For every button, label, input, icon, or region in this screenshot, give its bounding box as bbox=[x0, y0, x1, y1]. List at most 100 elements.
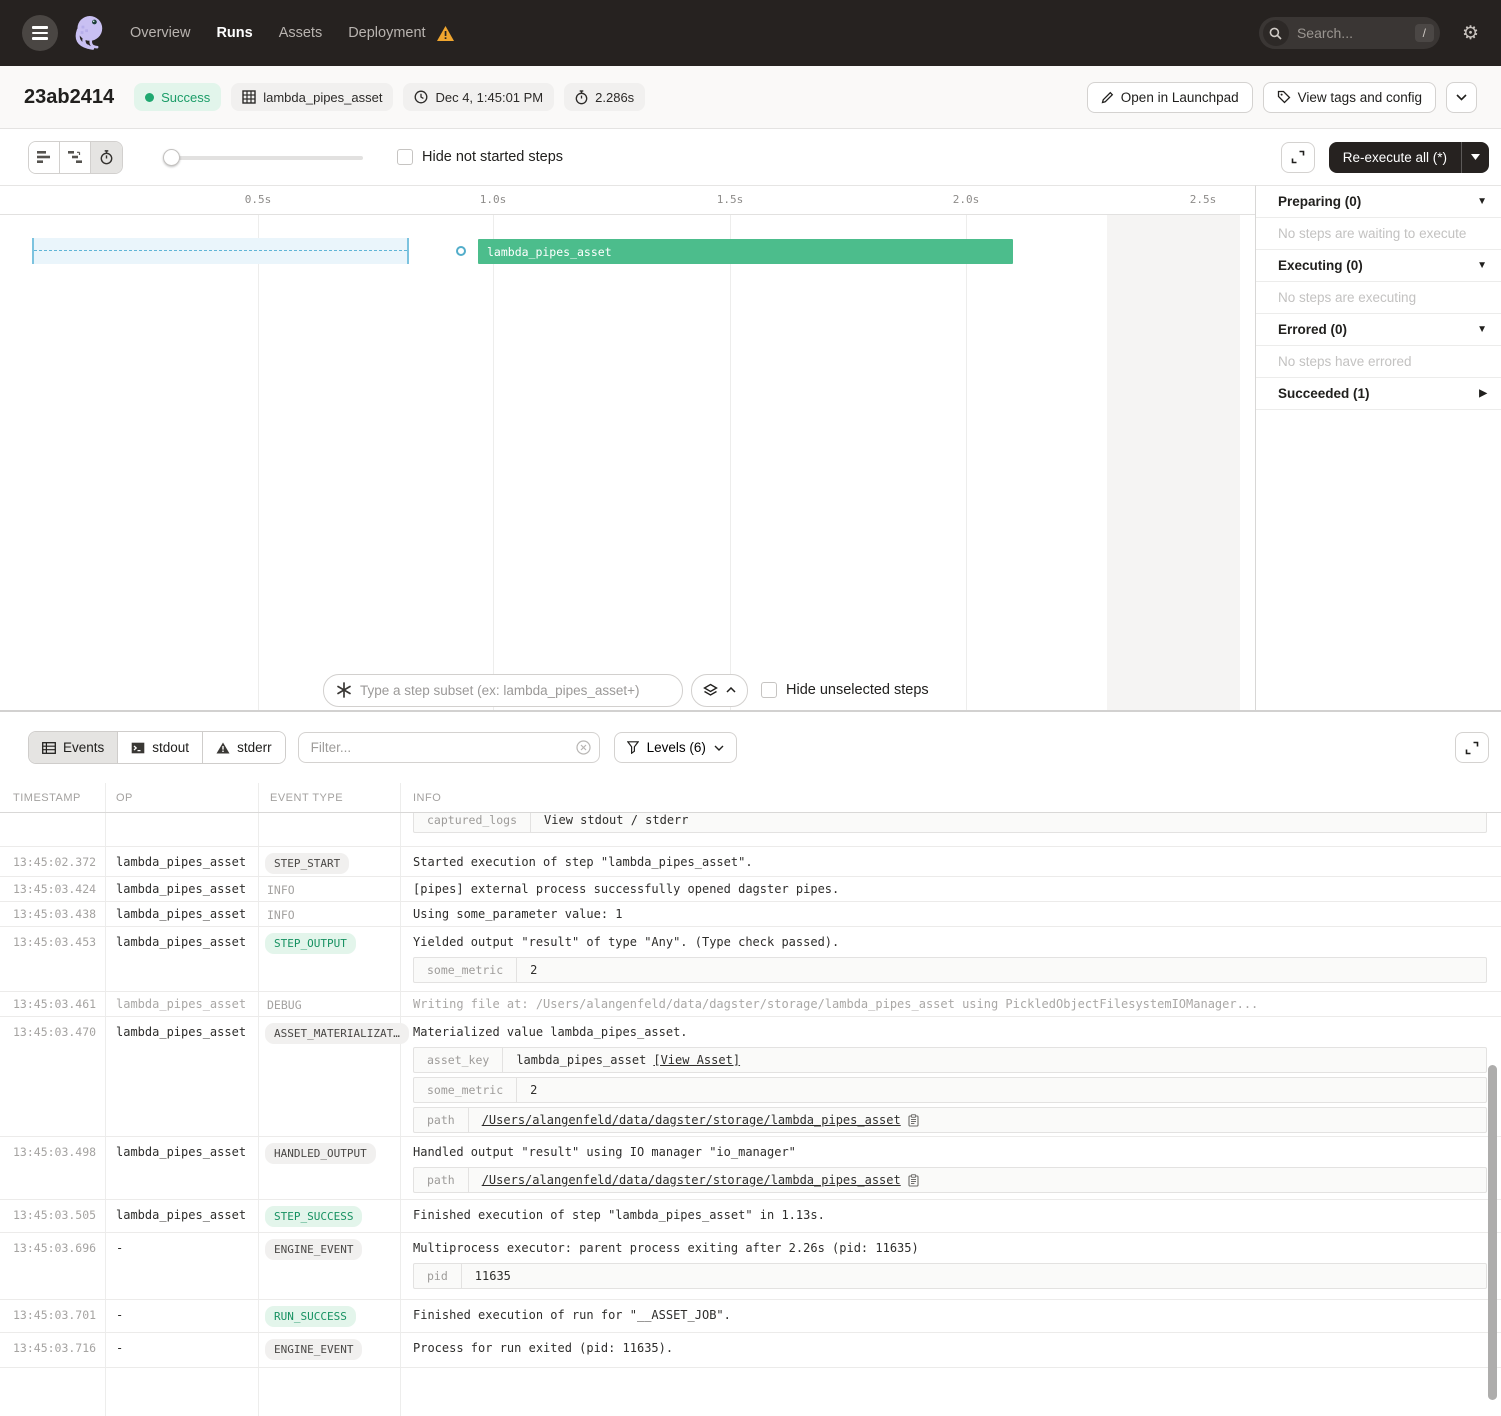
caret-down-icon: ▼ bbox=[1477, 260, 1487, 271]
nav-assets[interactable]: Assets bbox=[279, 25, 323, 41]
log-timestamp: 13:45:03.424 bbox=[0, 877, 105, 901]
panel-section-succeeded[interactable]: Succeeded (1) ▶ bbox=[1256, 378, 1501, 410]
log-row[interactable]: 13:45:03.438 lambda_pipes_asset INFO Usi… bbox=[0, 902, 1501, 927]
tab-events[interactable]: Events bbox=[29, 732, 118, 763]
view-timed-icon[interactable] bbox=[91, 142, 122, 173]
log-info: Finished execution of run for "__ASSET_J… bbox=[400, 1300, 1501, 1332]
storage-path-link[interactable]: /Users/alangenfeld/data/dagster/storage/… bbox=[482, 1173, 901, 1187]
gantt-view-mode-group bbox=[28, 141, 123, 174]
panel-section-preparing[interactable]: Preparing (0) ▼ bbox=[1256, 186, 1501, 218]
gantt-toolbar: Hide not started steps Re-execute all (*… bbox=[0, 129, 1501, 185]
log-row[interactable]: 13:45:03.470 lambda_pipes_asset ASSET_MA… bbox=[0, 1017, 1501, 1137]
storage-path-link[interactable]: /Users/alangenfeld/data/dagster/storage/… bbox=[482, 1113, 901, 1127]
view-stdout-stderr-link[interactable]: View stdout / stderr bbox=[544, 813, 689, 827]
panel-empty-text: No steps have errored bbox=[1256, 346, 1501, 378]
deployment-warning-icon[interactable] bbox=[436, 25, 455, 42]
gantt-zoom-slider[interactable] bbox=[163, 142, 363, 173]
log-row[interactable]: 13:45:03.453 lambda_pipes_asset STEP_OUT… bbox=[0, 927, 1501, 992]
log-scrollbar-thumb[interactable] bbox=[1488, 1065, 1497, 1400]
gridline bbox=[730, 215, 731, 710]
log-row[interactable]: 13:45:03.701 - RUN_SUCCESS Finished exec… bbox=[0, 1300, 1501, 1333]
copy-clipboard-icon[interactable] bbox=[908, 1174, 919, 1187]
tab-stdout[interactable]: stdout bbox=[118, 732, 203, 763]
log-row[interactable]: 13:45:03.505 lambda_pipes_asset STEP_SUC… bbox=[0, 1200, 1501, 1233]
chevron-up-icon bbox=[726, 687, 736, 693]
run-id: 23ab2414 bbox=[24, 86, 114, 109]
view-tags-config-button[interactable]: View tags and config bbox=[1263, 82, 1436, 113]
log-row[interactable]: 13:45:03.424 lambda_pipes_asset INFO [pi… bbox=[0, 877, 1501, 902]
event-type-badge: RUN_SUCCESS bbox=[265, 1306, 356, 1327]
meta-key: captured_logs bbox=[414, 813, 531, 832]
nav-deployment[interactable]: Deployment bbox=[348, 25, 425, 41]
status-dot-icon bbox=[145, 93, 154, 102]
panel-section-executing[interactable]: Executing (0) ▼ bbox=[1256, 250, 1501, 282]
top-nav: Overview Runs Assets Deployment Search..… bbox=[0, 0, 1501, 66]
gantt-step-bar[interactable]: lambda_pipes_asset bbox=[478, 239, 1013, 264]
meta-key: path bbox=[414, 1108, 469, 1132]
chevron-down-icon bbox=[1456, 94, 1467, 101]
caret-down-icon: ▼ bbox=[1477, 324, 1487, 335]
gridline bbox=[493, 215, 494, 710]
log-op: lambda_pipes_asset bbox=[105, 902, 258, 926]
hide-not-started-checkbox[interactable] bbox=[397, 149, 413, 165]
event-type-badge: ASSET_MATERIALIZAT… bbox=[265, 1023, 409, 1044]
log-timestamp: 13:45:03.498 bbox=[0, 1137, 105, 1199]
log-tabs: Events stdout stderr bbox=[28, 731, 286, 764]
dagster-logo-icon[interactable] bbox=[66, 10, 110, 56]
job-tag[interactable]: lambda_pipes_asset bbox=[231, 83, 393, 111]
log-row[interactable]: 13:45:02.372 lambda_pipes_asset STEP_STA… bbox=[0, 847, 1501, 877]
copy-clipboard-icon[interactable] bbox=[908, 1114, 919, 1127]
log-row[interactable]: captured_logs View stdout / stderr bbox=[0, 813, 1501, 847]
log-row[interactable]: 13:45:03.716 - ENGINE_EVENT Process for … bbox=[0, 1333, 1501, 1368]
logs-fullscreen-button[interactable] bbox=[1455, 732, 1489, 763]
run-actions-dropdown-button[interactable] bbox=[1446, 82, 1477, 113]
log-timestamp: 13:45:03.461 bbox=[0, 992, 105, 1016]
hamburger-menu-icon[interactable] bbox=[22, 15, 58, 51]
nav-overview[interactable]: Overview bbox=[130, 25, 190, 41]
log-row[interactable]: 13:45:03.461 lambda_pipes_asset DEBUG Wr… bbox=[0, 992, 1501, 1017]
log-row[interactable]: 13:45:03.696 - ENGINE_EVENT Multiprocess… bbox=[0, 1233, 1501, 1300]
settings-gear-icon[interactable]: ⚙ bbox=[1462, 22, 1479, 45]
meta-key: some_metric bbox=[414, 1078, 517, 1102]
primary-nav: Overview Runs Assets Deployment bbox=[130, 25, 455, 42]
op-selector-icon bbox=[336, 682, 352, 698]
gantt-controls: Hide unselected steps bbox=[0, 673, 929, 707]
levels-filter-button[interactable]: Levels (6) bbox=[614, 732, 737, 763]
run-header: 23ab2414 Success lambda_pipes_asset Dec … bbox=[0, 66, 1501, 129]
open-in-launchpad-button[interactable]: Open in Launchpad bbox=[1087, 82, 1253, 113]
reexecute-dropdown-caret[interactable] bbox=[1461, 142, 1489, 173]
hide-unselected-checkbox[interactable] bbox=[761, 682, 777, 698]
funnel-icon bbox=[627, 741, 639, 754]
gridline bbox=[258, 215, 259, 710]
stderr-warning-icon bbox=[216, 742, 230, 754]
step-start-marker-icon[interactable] bbox=[456, 246, 466, 256]
reexecute-all-button[interactable]: Re-execute all (*) bbox=[1329, 142, 1489, 173]
nav-right: Search... / ⚙ bbox=[1259, 17, 1479, 49]
log-filter-input[interactable] bbox=[298, 732, 600, 763]
view-flat-icon[interactable] bbox=[29, 142, 60, 173]
log-info: Writing file at: /Users/alangenfeld/data… bbox=[400, 992, 1501, 1016]
log-info: Finished execution of step "lambda_pipes… bbox=[400, 1200, 1501, 1232]
log-timestamp: 13:45:03.470 bbox=[0, 1017, 105, 1136]
clear-filter-icon[interactable] bbox=[576, 740, 591, 755]
nav-runs[interactable]: Runs bbox=[216, 25, 252, 41]
view-waterfall-icon[interactable] bbox=[60, 142, 91, 173]
col-info: INFO bbox=[400, 792, 1501, 804]
tab-stderr[interactable]: stderr bbox=[203, 732, 285, 763]
log-row[interactable]: 13:45:03.498 lambda_pipes_asset HANDLED_… bbox=[0, 1137, 1501, 1200]
timeline-axis: 0.5s 1.0s 1.5s 2.0s 2.5s bbox=[0, 186, 1255, 215]
log-info: [pipes] external process successfully op… bbox=[400, 877, 1501, 901]
step-subset-apply-button[interactable] bbox=[691, 674, 748, 707]
slider-knob[interactable] bbox=[163, 149, 180, 166]
global-search-input[interactable]: Search... / bbox=[1259, 17, 1440, 49]
timeline-tick: 1.5s bbox=[706, 193, 754, 206]
gantt-fullscreen-button[interactable] bbox=[1281, 142, 1315, 173]
step-subset-input[interactable] bbox=[323, 674, 683, 707]
event-type-badge: HANDLED_OUTPUT bbox=[265, 1143, 376, 1164]
run-duration: 2.286s bbox=[564, 83, 645, 111]
hide-unselected-label: Hide unselected steps bbox=[786, 682, 929, 698]
step-waiting-segment bbox=[32, 238, 409, 264]
view-asset-link[interactable]: [View Asset] bbox=[653, 1053, 740, 1067]
caret-right-icon: ▶ bbox=[1479, 388, 1487, 399]
panel-section-errored[interactable]: Errored (0) ▼ bbox=[1256, 314, 1501, 346]
